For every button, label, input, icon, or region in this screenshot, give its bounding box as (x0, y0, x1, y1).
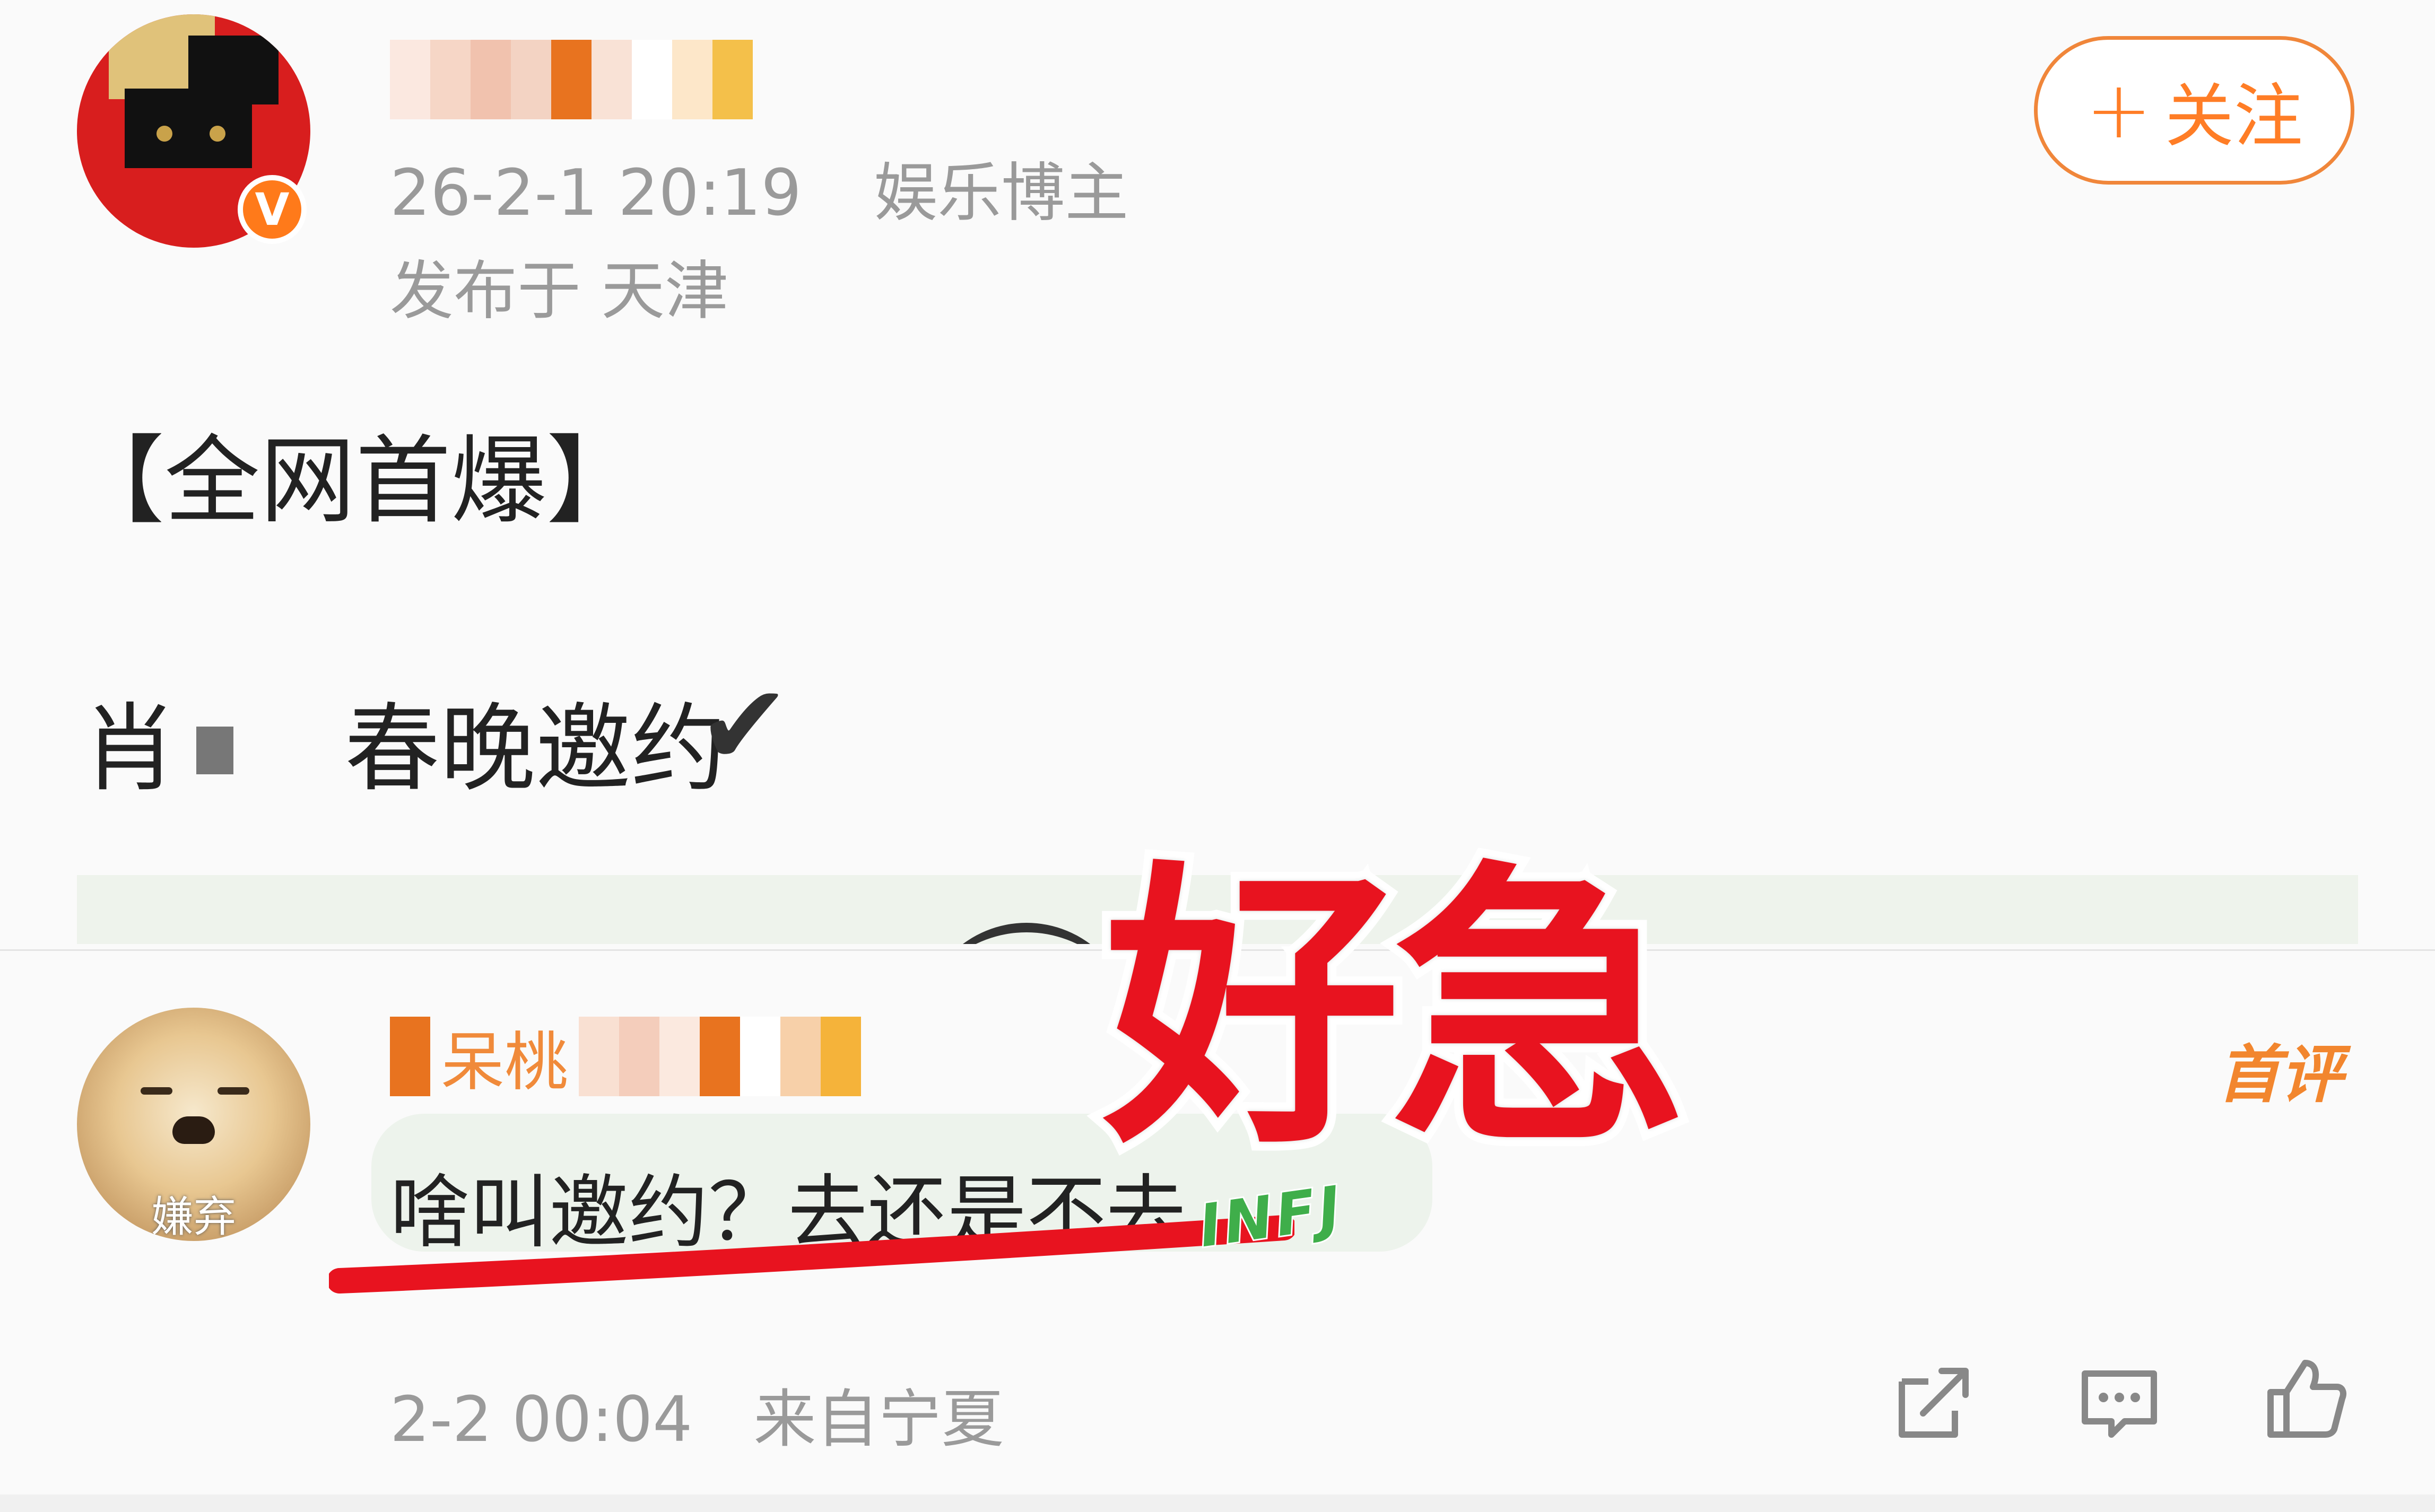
commenter-avatar[interactable]: 嫌弃 (77, 1008, 310, 1241)
commenter-name: 呆桃 (441, 1026, 568, 1099)
follow-label: 关注 (2164, 76, 2303, 156)
comment-icon[interactable] (2077, 1360, 2162, 1445)
plus-icon: + (2085, 64, 2152, 156)
post-location: 发布于 天津 (390, 255, 729, 328)
first-comment-badge: 首评 (2217, 1038, 2343, 1111)
author-tag: 娱乐博主 (874, 156, 1129, 230)
comment-time: 2-2 00:04 (390, 1383, 693, 1456)
comment-source: 来自宁夏 (753, 1383, 1004, 1456)
post-line-prefix: 肖 (82, 694, 178, 805)
overlay-caption: 好急 (1094, 829, 1696, 1193)
check-icon: ✔ (698, 660, 791, 790)
avatar-caption: 嫌弃 (151, 1192, 236, 1241)
poster-name-mosaic[interactable] (390, 40, 753, 119)
commenter-name-row[interactable]: 呆桃 (390, 1010, 861, 1103)
red-underline-annotation (329, 1215, 1294, 1293)
bottom-separator (0, 1494, 2435, 1512)
commenter-name-mosaic-right (579, 1017, 861, 1096)
post-title: 【全网首爆】 (69, 426, 642, 537)
post-date: 26-2-1 20:19 (390, 156, 802, 230)
comment-meta: 2-2 00:04 来自宁夏 (390, 1368, 1004, 1459)
commenter-name-mosaic-left (390, 1017, 430, 1096)
share-icon[interactable] (1891, 1360, 1976, 1445)
post-meta-row: 26-2-1 20:19 娱乐博主 (390, 162, 1128, 225)
post-line: 肖 春晚邀约 (82, 671, 726, 809)
like-icon[interactable] (2263, 1355, 2347, 1440)
post-line-main: 春晚邀约 (344, 694, 727, 805)
follow-button[interactable]: + 关注 (2034, 36, 2354, 185)
name-mask (196, 727, 233, 774)
verified-badge-icon: V (238, 175, 307, 244)
